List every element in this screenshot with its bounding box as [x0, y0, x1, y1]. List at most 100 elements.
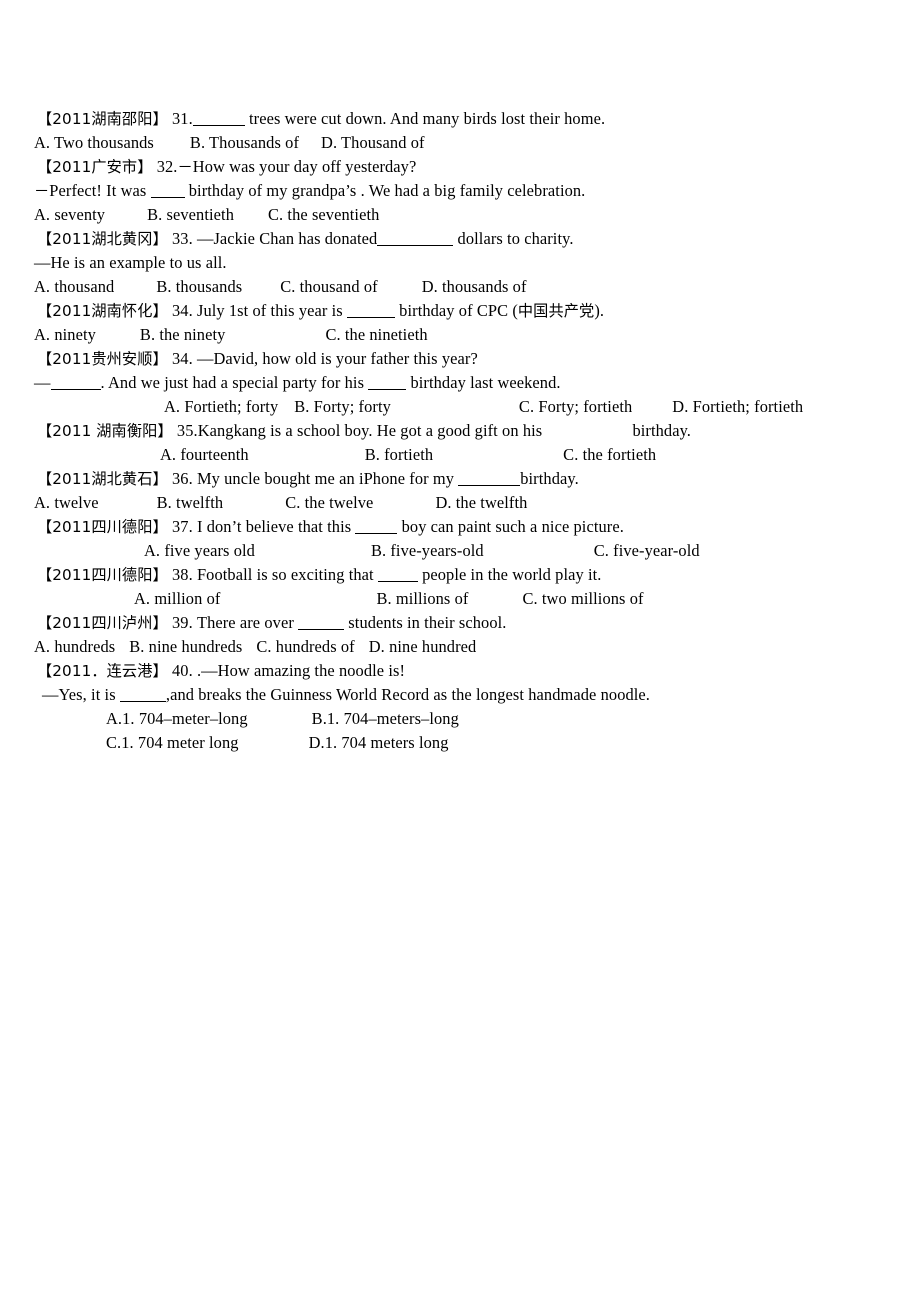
latin-text: D. thousands of	[421, 277, 527, 296]
text-line-q39-stem: 【2011四川泸州】 39. There are over students i…	[34, 611, 890, 635]
text-line-q38-options: A. million of B. millions of C. two millio…	[34, 587, 890, 611]
text-line-q37-options: A. five years old B. five-years-old C. fiv…	[34, 539, 890, 563]
latin-text: D. the twelfth	[435, 493, 528, 512]
latin-text: students in their school.	[344, 613, 507, 632]
text-line-q40-reply: —Yes, it is ,and breaks the Guinness Wor…	[34, 683, 890, 707]
latin-text: C. the seventieth	[268, 205, 380, 224]
cjk-text: 【2011广安市】	[37, 158, 153, 176]
latin-text: D.1. 704 meters long	[308, 733, 449, 752]
latin-text: A. five years old	[144, 541, 255, 560]
latin-text: —Yes, it is	[42, 685, 120, 704]
latin-text: B.1. 704–meters–long	[311, 709, 459, 728]
answer-blank	[150, 181, 185, 198]
latin-text: B. twelfth	[156, 493, 224, 512]
latin-text: 40. .—How amazing the noodle is!	[167, 661, 406, 680]
latin-text: C. the twelve	[285, 493, 374, 512]
cjk-text: 【2011湖南怀化】	[37, 302, 168, 320]
text-line-q38-stem: 【2011四川德阳】 38. Football is so exciting t…	[34, 563, 890, 587]
latin-text: How was your day off yesterday?	[192, 157, 417, 176]
latin-text: 32.	[152, 157, 178, 176]
latin-text: 39. There are over	[167, 613, 299, 632]
text-line-q32-reply: －Perfect! It was birthday of my grandpa’…	[34, 179, 890, 203]
text-line-q40-options-cd: C.1. 704 meter long D.1. 704 meters long	[34, 731, 890, 755]
text-line-q35-options: A. fourteenth B. fortieth C. the fortieth	[34, 443, 890, 467]
cjk-text: －	[177, 158, 193, 176]
text-line-q32-options: A. seventy B. seventieth C. the seventieth	[34, 203, 890, 227]
latin-text: 33. —Jackie Chan has donated	[167, 229, 378, 248]
latin-text: ,and breaks the Guinness World Record as…	[165, 685, 651, 704]
exercise-body: 【2011湖南邵阳】 31. trees were cut down. And …	[34, 107, 890, 755]
latin-text: boy can paint such a nice picture.	[397, 517, 624, 536]
text-line-q40-options-ab: A.1. 704–meter–long B.1. 704–meters–long	[34, 707, 890, 731]
text-line-q33-stem: 【2011湖北黄冈】 33. —Jackie Chan has donated …	[34, 227, 890, 251]
latin-text: A. seventy	[34, 205, 106, 224]
cjk-text: 【2011贵州安顺】	[37, 350, 168, 368]
text-line-q36-stem: 【2011湖北黄石】 36. My uncle bought me an iPh…	[34, 467, 890, 491]
latin-text: 38. Football is so exciting that	[167, 565, 378, 584]
latin-text: birthday of my grandpa’s . We had a big …	[184, 181, 586, 200]
text-line-q34a-stem: 【2011湖南怀化】 34. July 1st of this year is …	[34, 299, 890, 323]
latin-text: C. two millions of	[522, 589, 644, 608]
latin-text: C.1. 704 meter long	[106, 733, 239, 752]
latin-text: A. Fortieth; forty	[164, 397, 279, 416]
text-line-q31-options: A. Two thousands B. Thousands of D. Thousa…	[34, 131, 890, 155]
answer-blank	[377, 229, 454, 246]
cjk-text: 【2011．连云港】	[37, 662, 168, 680]
cjk-text: 【2011四川德阳】	[37, 518, 168, 536]
answer-blank	[377, 565, 418, 582]
latin-text: 34. —David, how old is your father this …	[167, 349, 478, 368]
latin-text: B. Forty; forty	[294, 397, 391, 416]
latin-text: 37. I don’t believe that this	[167, 517, 356, 536]
answer-blank	[119, 685, 166, 702]
latin-text: B. Thousands of	[189, 133, 300, 152]
latin-text: B. the ninety	[139, 325, 226, 344]
cjk-text: －	[34, 182, 50, 200]
latin-text: A. ninety	[34, 325, 96, 344]
text-line-q39-options: A. hundreds B. nine hundreds C. hundreds o…	[34, 635, 890, 659]
text-line-q40-stem: 【2011．连云港】 40. .—How amazing the noodle …	[34, 659, 890, 683]
cjk-text: 中国共产党	[517, 302, 595, 320]
text-line-q34b-stem: 【2011贵州安顺】 34. —David, how old is your f…	[34, 347, 890, 371]
cjk-text: 【2011四川泸州】	[37, 614, 168, 632]
latin-text: —He is an example to us all.	[34, 253, 227, 272]
answer-blank	[458, 469, 521, 486]
latin-text: B. millions of	[376, 589, 469, 608]
cjk-text: 【2011四川德阳】	[37, 566, 168, 584]
latin-text: C. hundreds of	[256, 637, 355, 656]
text-line-q33-reply: —He is an example to us all.	[34, 251, 890, 275]
text-line-q35-stem: 【2011 湖南衡阳】 35.Kangkang is a school boy.…	[34, 419, 890, 443]
latin-text: A. thousand	[34, 277, 115, 296]
latin-text: A. Two thousands	[34, 133, 154, 152]
latin-text: 35.Kangkang is a school boy. He got a go…	[172, 421, 547, 440]
latin-text: A. million of	[134, 589, 221, 608]
cjk-text: 【2011湖南邵阳】	[37, 110, 168, 128]
text-line-q31-stem: 【2011湖南邵阳】 31. trees were cut down. And …	[34, 107, 890, 131]
text-line-q34a-options: A. ninety B. the ninety C. the ninetieth	[34, 323, 890, 347]
cjk-text: 【2011湖北黄冈】	[37, 230, 168, 248]
latin-text: C. thousand of	[280, 277, 378, 296]
latin-text: birthday.	[520, 469, 579, 488]
latin-text: 31.	[167, 109, 193, 128]
latin-text: trees were cut down. And many birds lost…	[244, 109, 606, 128]
answer-blank	[50, 373, 101, 390]
latin-text: A. fourteenth	[160, 445, 249, 464]
latin-text: people in the world play it.	[417, 565, 602, 584]
latin-text: ).	[594, 301, 605, 320]
latin-text: birthday.	[632, 421, 692, 440]
document-page: 【2011湖南邵阳】 31. trees were cut down. And …	[0, 0, 920, 1302]
latin-text: C. the fortieth	[563, 445, 657, 464]
latin-text: A. hundreds	[34, 637, 116, 656]
text-line-q32-stem: 【2011广安市】 32.－How was your day off yeste…	[34, 155, 890, 179]
latin-text: birthday last weekend.	[406, 373, 561, 392]
latin-text: C. five-year-old	[593, 541, 700, 560]
latin-text: birthday of CPC (	[394, 301, 518, 320]
latin-text: A. twelve	[34, 493, 99, 512]
latin-text: B. fortieth	[364, 445, 434, 464]
text-line-q36-options: A. twelve B. twelfth C. the twelve D. the t…	[34, 491, 890, 515]
text-line-q33-options: A. thousand B. thousands C. thousand of D. …	[34, 275, 890, 299]
latin-text: Perfect! It was	[49, 181, 151, 200]
latin-text: dollars to charity.	[453, 229, 574, 248]
answer-blank	[298, 613, 345, 630]
answer-blank	[355, 517, 398, 534]
latin-text: 34. July 1st of this year is	[167, 301, 347, 320]
